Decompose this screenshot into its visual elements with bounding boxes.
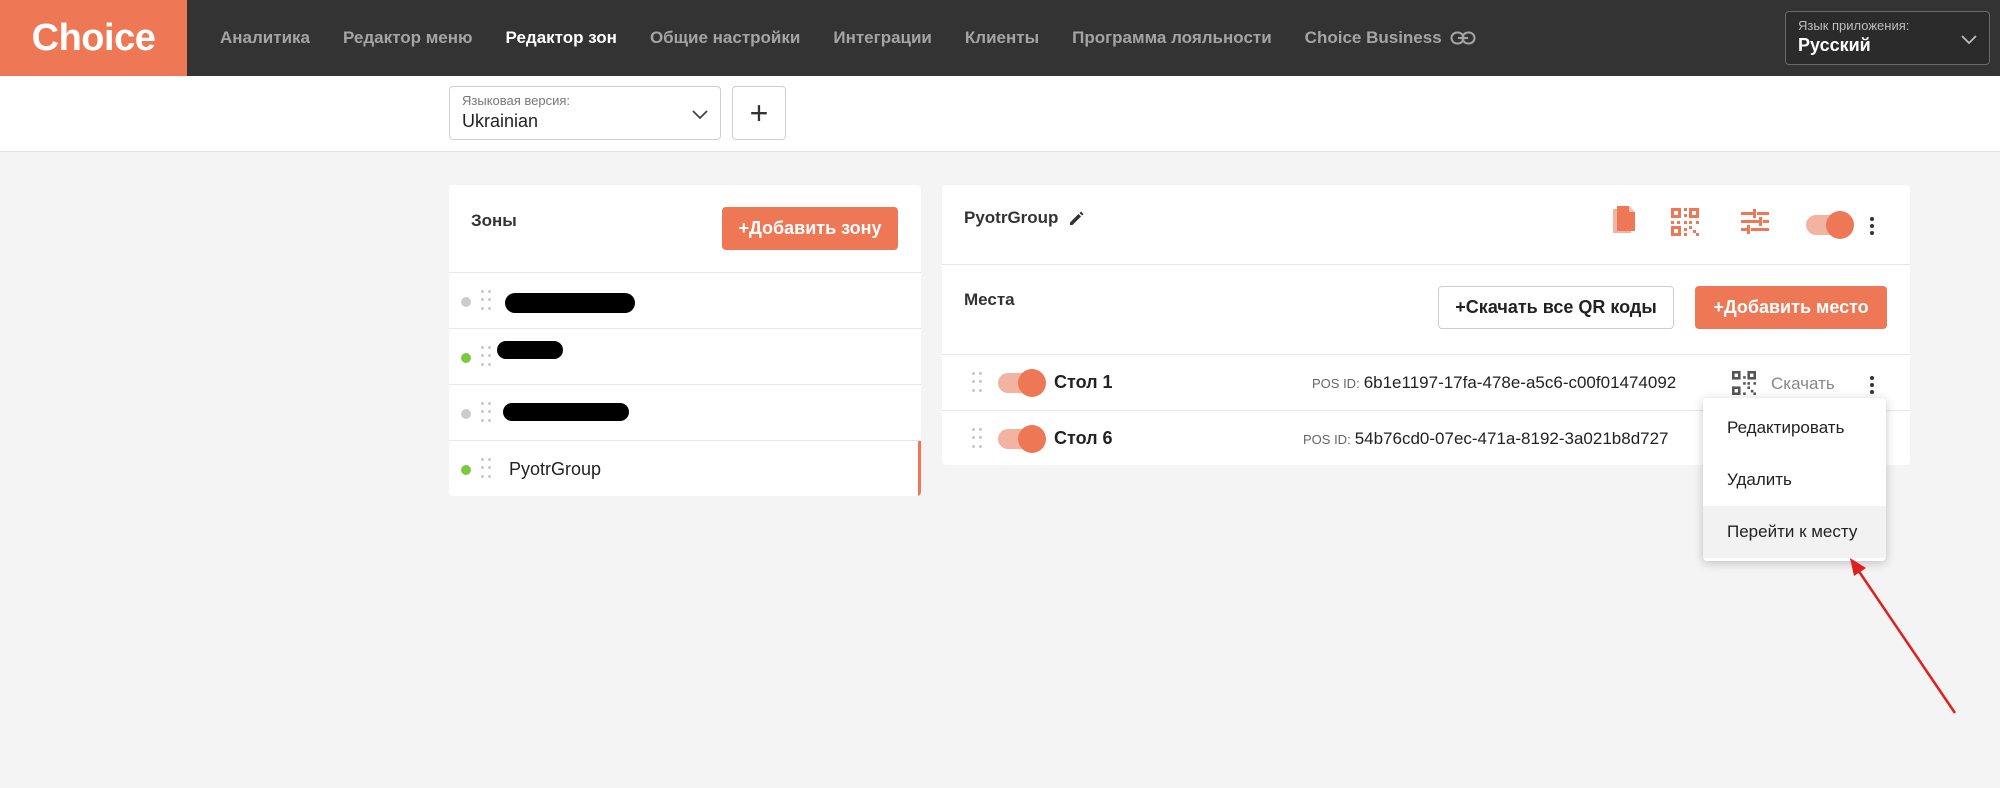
place-enabled-toggle[interactable] (998, 369, 1046, 397)
nav-item-choice-business[interactable]: Choice Business (1305, 28, 1476, 48)
zone-group-title: PyotrGroup (964, 208, 1086, 228)
status-dot (461, 409, 471, 419)
add-language-version-button[interactable]: + (732, 86, 786, 140)
zone-item[interactable] (449, 385, 921, 441)
annotation-arrow-icon (1850, 558, 1957, 714)
zone-item[interactable] (449, 273, 921, 329)
pos-id-label: POS ID: (1312, 376, 1360, 391)
status-dot (461, 465, 471, 475)
nav-item-clients[interactable]: Клиенты (965, 28, 1039, 48)
app-language-value: Русский (1798, 35, 1871, 55)
nav-label: Общие настройки (649, 28, 801, 47)
nav-item-analytics[interactable]: Аналитика (220, 28, 310, 48)
nav-item-integrations[interactable]: Интеграции (833, 28, 932, 48)
language-version-select[interactable]: Языковая версия: Ukrainian (449, 86, 721, 140)
nav-label: Программа лояльности (1072, 28, 1272, 47)
nav-item-general-settings[interactable]: Общие настройки (650, 28, 800, 48)
language-version-value: Ukrainian (462, 111, 539, 131)
pos-id: POS ID: 6b1e1197-17fa-478e-a5c6-c00f01474… (1312, 373, 1676, 393)
zone-group-name: PyotrGroup (964, 208, 1059, 227)
places-title: Места (964, 290, 1015, 309)
app-language-label: Язык приложения: (1798, 18, 1910, 33)
drag-handle-icon[interactable] (481, 458, 491, 480)
qr-code-icon[interactable] (1732, 371, 1756, 400)
nav-item-loyalty-program[interactable]: Программа лояльности (1072, 28, 1272, 48)
more-vertical-icon[interactable] (1870, 376, 1874, 394)
drag-handle-icon[interactable] (481, 346, 491, 368)
add-place-button[interactable]: +Добавить место (1695, 286, 1887, 329)
toggle-knob (1018, 369, 1046, 397)
zone-name: PyotrGroup (509, 459, 602, 479)
main-nav: Аналитика Редактор меню Редактор зон Общ… (220, 0, 1509, 76)
zone-item-selected[interactable]: PyotrGroup (449, 441, 921, 496)
redacted-zone-name (497, 341, 563, 359)
drag-handle-icon[interactable] (481, 290, 491, 312)
zone-item[interactable] (449, 329, 921, 385)
place-name: Стол 1 (1054, 372, 1113, 392)
top-navigation-bar: Choice Аналитика Редактор меню Редактор … (0, 0, 2000, 76)
logo-text: Choice (31, 16, 156, 59)
menu-item-delete[interactable]: Удалить (1703, 454, 1886, 506)
place-name: Стол 6 (1054, 428, 1113, 448)
nav-label: Choice Business (1304, 28, 1442, 47)
qr-code-icon[interactable] (1671, 208, 1699, 236)
link-icon (1450, 31, 1476, 45)
pos-id-label: POS ID: (1303, 432, 1351, 447)
pencil-icon[interactable] (1068, 209, 1086, 227)
nav-label: Клиенты (964, 28, 1040, 47)
toggle-knob (1018, 425, 1046, 453)
pos-id-value: 54b76cd0-07ec-471a-8192-3a021b8d727 (1354, 429, 1669, 448)
redacted-zone-name (503, 403, 629, 421)
nav-label: Редактор зон (505, 28, 617, 47)
drag-handle-icon[interactable] (972, 428, 982, 450)
redacted-zone-name (505, 293, 635, 313)
language-version-label: Языковая версия: (462, 93, 571, 108)
nav-item-menu-editor[interactable]: Редактор меню (343, 28, 473, 48)
nav-label: Интеграции (833, 28, 932, 47)
toggle-knob (1826, 211, 1854, 239)
add-zone-button[interactable]: +Добавить зону (722, 207, 898, 250)
zones-header: Зоны +Добавить зону (449, 185, 921, 273)
place-context-menu: Редактировать Удалить Перейти к месту (1703, 398, 1886, 561)
download-all-qr-button[interactable]: +Скачать все QR коды (1438, 286, 1674, 329)
download-qr-link[interactable]: Скачать (1771, 374, 1835, 394)
drag-handle-icon[interactable] (972, 372, 982, 394)
places-header: Места +Скачать все QR коды +Добавить мес… (942, 265, 1910, 355)
zones-title: Зоны (471, 211, 517, 230)
nav-label: Редактор меню (343, 28, 473, 47)
zone-group-header: PyotrGroup (942, 185, 1910, 265)
chevron-down-icon (1961, 32, 1977, 50)
language-version-bar: Языковая версия: Ukrainian + (0, 76, 2000, 152)
status-dot (461, 297, 471, 307)
nav-item-zone-editor[interactable]: Редактор зон (506, 28, 617, 48)
choice-logo[interactable]: Choice (0, 0, 187, 76)
more-vertical-icon[interactable] (1870, 217, 1874, 235)
menu-item-go-to-place[interactable]: Перейти к месту (1703, 506, 1886, 558)
app-language-select[interactable]: Язык приложения: Русский (1785, 11, 1990, 65)
pos-id-value: 6b1e1197-17fa-478e-a5c6-c00f01474092 (1363, 373, 1677, 392)
place-enabled-toggle[interactable] (998, 425, 1046, 453)
zones-panel: Зоны +Добавить зону PyotrGroup (449, 185, 921, 496)
chevron-down-icon (692, 107, 708, 125)
pos-id: POS ID: 54b76cd0-07ec-471a-8192-3a021b8d7… (1303, 429, 1669, 449)
nav-label: Аналитика (220, 28, 310, 47)
menu-item-edit[interactable]: Редактировать (1703, 402, 1886, 454)
status-dot (461, 353, 471, 363)
copy-icon[interactable] (1611, 205, 1637, 237)
settings-sliders-icon[interactable] (1741, 209, 1769, 235)
drag-handle-icon[interactable] (481, 402, 491, 424)
zone-group-enabled-toggle[interactable] (1806, 211, 1854, 239)
